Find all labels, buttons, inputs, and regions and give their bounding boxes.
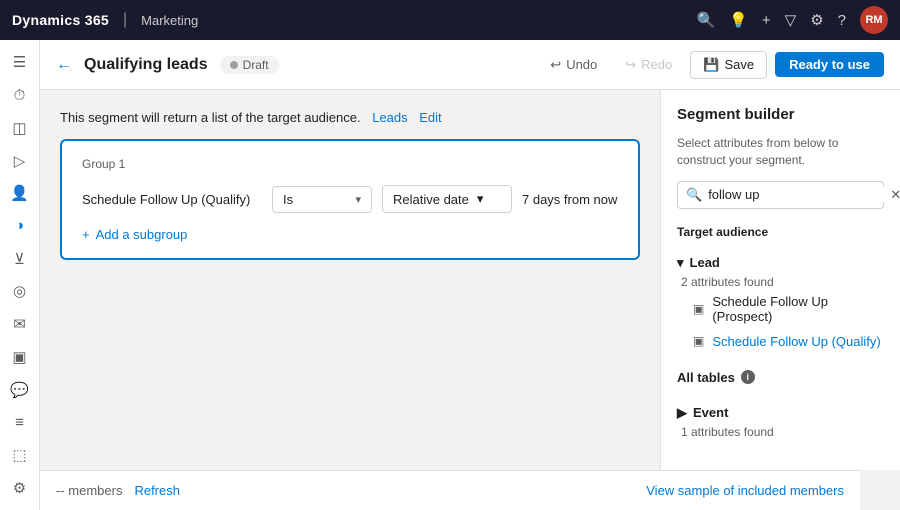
- refresh-link[interactable]: Refresh: [134, 483, 180, 498]
- condition-attribute: Schedule Follow Up (Qualify): [82, 192, 262, 207]
- info-bar: This segment will return a list of the t…: [60, 110, 640, 125]
- header-actions: ↩ Undo ↪ Redo 💾 Save Ready to use: [540, 51, 884, 79]
- redo-button[interactable]: ↪ Redo: [615, 52, 682, 78]
- save-icon: 💾: [703, 57, 719, 73]
- lead-label: Lead: [690, 255, 720, 270]
- event-section: ▶ Event 1 attributes found: [677, 401, 884, 439]
- attr-item-qualify[interactable]: ▣ Schedule Follow Up (Qualify): [677, 329, 884, 354]
- event-expandable[interactable]: ▶ Event: [677, 401, 884, 425]
- chevron-down-icon: ▾: [355, 193, 361, 206]
- all-tables-row: All tables i: [677, 366, 884, 389]
- redo-icon: ↪: [625, 57, 636, 73]
- view-sample-link[interactable]: View sample of included members: [646, 483, 844, 498]
- condition-value: 7 days from now: [522, 192, 617, 207]
- group-box: Group 1 Schedule Follow Up (Qualify) Is …: [60, 139, 640, 260]
- attr-item-prospect[interactable]: ▣ Schedule Follow Up (Prospect): [677, 289, 884, 329]
- attr-label-prospect: Schedule Follow Up (Prospect): [712, 294, 884, 324]
- attr-icon-qualify: ▣: [693, 334, 704, 348]
- lead-expandable[interactable]: ▾ Lead: [677, 251, 884, 275]
- info-icon[interactable]: i: [741, 370, 755, 384]
- lead-count: 2 attributes found: [681, 275, 884, 289]
- add-subgroup-button[interactable]: + Add a subgroup: [82, 227, 618, 242]
- topnav-icons: 🔍 💡 + ▽ ⚙ ? RM: [697, 6, 888, 34]
- lightbulb-icon[interactable]: 💡: [729, 11, 748, 29]
- workspace: This segment will return a list of the t…: [40, 90, 900, 470]
- edit-link[interactable]: Edit: [419, 110, 441, 125]
- segment-canvas: This segment will return a list of the t…: [40, 90, 660, 470]
- sub-header: ← Qualifying leads Draft ↩ Undo ↪ Redo 💾…: [40, 40, 900, 90]
- save-button[interactable]: 💾 Save: [690, 51, 767, 79]
- event-label: Event: [693, 405, 728, 420]
- event-count: 1 attributes found: [681, 425, 884, 439]
- plus-icon: +: [82, 227, 90, 242]
- left-sidebar: ☰ ⏱ ◫ ▷ 👤 ◑ ⊻ ◎ ✉ ▣ 💬 ≡ ⬚ ⚙: [0, 40, 40, 510]
- help-icon[interactable]: ?: [838, 12, 846, 29]
- status-badge: Draft: [220, 56, 279, 74]
- attr-label-qualify: Schedule Follow Up (Qualify): [712, 334, 880, 349]
- main-layout: ☰ ⏱ ◫ ▷ 👤 ◑ ⊻ ◎ ✉ ▣ 💬 ≡ ⬚ ⚙ ← Qualifying…: [0, 40, 900, 510]
- filter-icon[interactable]: ▽: [785, 11, 797, 29]
- search-icon[interactable]: 🔍: [697, 11, 716, 29]
- target-audience-label: Target audience: [677, 225, 884, 239]
- chevron-right-icon-event: ▶: [677, 405, 687, 421]
- search-input[interactable]: [708, 187, 884, 202]
- undo-icon: ↩: [550, 57, 561, 73]
- segment-builder-panel: Segment builder Select attributes from b…: [660, 90, 900, 470]
- lead-section: ▾ Lead 2 attributes found ▣ Schedule Fol…: [677, 251, 884, 354]
- page-title: Qualifying leads: [84, 56, 208, 74]
- all-tables-label: All tables: [677, 370, 735, 385]
- brand-name: Dynamics 365: [12, 12, 109, 28]
- search-icon: 🔍: [686, 187, 702, 203]
- app-name: Marketing: [141, 13, 198, 28]
- builder-description: Select attributes from below to construc…: [677, 135, 884, 169]
- search-box[interactable]: 🔍 ✕: [677, 181, 884, 209]
- sidebar-icon-menu[interactable]: ☰: [4, 48, 36, 77]
- sidebar-icon-chart[interactable]: ⬚: [4, 441, 36, 470]
- builder-title: Segment builder: [677, 106, 884, 123]
- chevron-down-icon-lead: ▾: [677, 255, 684, 271]
- undo-button[interactable]: ↩ Undo: [540, 52, 607, 78]
- sidebar-icon-forms[interactable]: ▣: [4, 342, 36, 371]
- sidebar-icon-segments[interactable]: ◑: [4, 212, 36, 241]
- ready-button[interactable]: Ready to use: [775, 52, 884, 77]
- topnav: Dynamics 365 | Marketing 🔍 💡 + ▽ ⚙ ? RM: [0, 0, 900, 40]
- condition-row: Schedule Follow Up (Qualify) Is ▾ Relati…: [82, 185, 618, 213]
- settings-icon[interactable]: ⚙: [810, 11, 823, 29]
- members-count: -- members: [56, 483, 122, 498]
- audience-type-link[interactable]: Leads: [372, 110, 407, 125]
- sidebar-icon-chat[interactable]: 💬: [4, 375, 36, 404]
- back-button[interactable]: ←: [56, 56, 72, 74]
- date-type-dropdown[interactable]: Relative date ▾: [382, 185, 512, 213]
- status-dot: [230, 61, 238, 69]
- footer: -- members Refresh View sample of includ…: [40, 470, 860, 510]
- group-label: Group 1: [82, 157, 618, 171]
- attr-icon-prospect: ▣: [693, 302, 704, 316]
- sidebar-icon-email[interactable]: ✉: [4, 310, 36, 339]
- sidebar-icon-globe[interactable]: ◎: [4, 277, 36, 306]
- plus-icon[interactable]: +: [762, 12, 771, 29]
- status-label: Draft: [243, 58, 269, 72]
- sidebar-icon-recent[interactable]: ⏱: [4, 81, 36, 110]
- sidebar-icon-journeys[interactable]: ▷: [4, 146, 36, 175]
- chevron-down-icon-2: ▾: [477, 191, 484, 207]
- content-area: ← Qualifying leads Draft ↩ Undo ↪ Redo 💾…: [40, 40, 900, 510]
- sidebar-icon-library[interactable]: ≡: [4, 408, 36, 437]
- user-avatar[interactable]: RM: [860, 6, 888, 34]
- nav-divider: |: [123, 11, 127, 29]
- sidebar-icon-settings[interactable]: ⚙: [4, 473, 36, 502]
- sidebar-icon-analytics[interactable]: ◫: [4, 113, 36, 142]
- sidebar-icon-contacts[interactable]: 👤: [4, 179, 36, 208]
- clear-icon[interactable]: ✕: [890, 187, 900, 203]
- operator-dropdown[interactable]: Is ▾: [272, 186, 372, 213]
- sidebar-icon-filter[interactable]: ⊻: [4, 244, 36, 273]
